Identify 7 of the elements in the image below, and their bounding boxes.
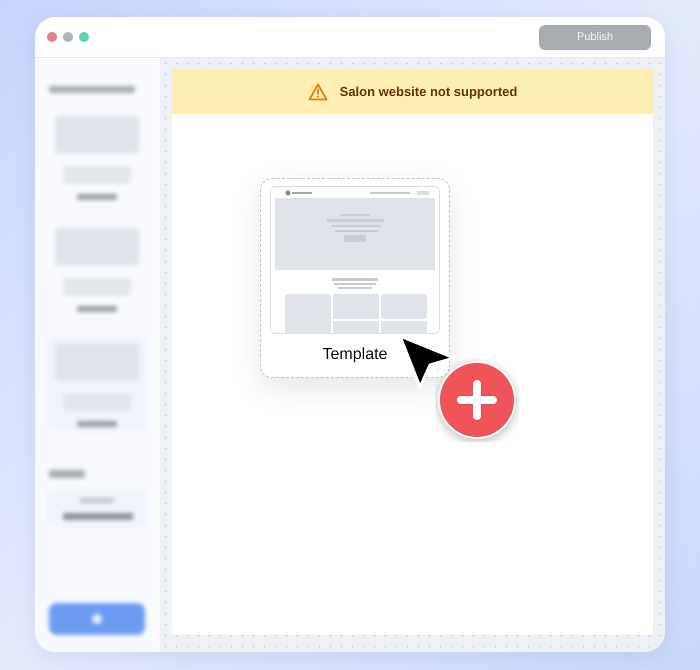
close-dot-icon[interactable] — [47, 32, 57, 42]
warning-message: Salon website not supported — [340, 84, 518, 99]
template-card[interactable]: Template — [260, 178, 450, 378]
maximize-dot-icon[interactable] — [79, 32, 89, 42]
warning-icon — [308, 82, 328, 100]
template-label: Template — [322, 346, 388, 364]
minimize-dot-icon[interactable] — [63, 32, 73, 42]
